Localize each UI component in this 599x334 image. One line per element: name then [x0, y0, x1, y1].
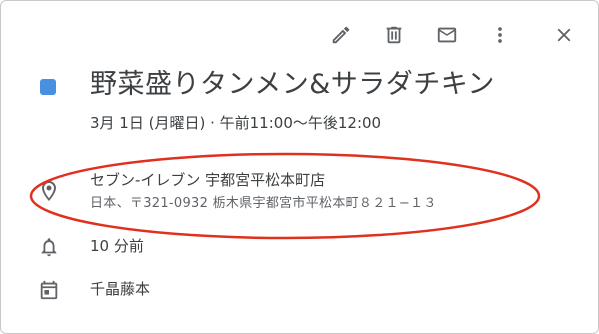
delete-event-button[interactable]: [378, 19, 410, 51]
event-date-time: 3月 1日 (月曜日) · 午前11:00～午後12:00: [90, 114, 382, 132]
location-name[interactable]: セブン-イレブン 宇都宮平松本町店: [90, 169, 325, 191]
location-address[interactable]: 日本、〒321-0932 栃木県宇都宮市平松本町８２１−１３: [90, 194, 437, 214]
calendar-icon: [37, 278, 61, 302]
bell-icon: [37, 235, 61, 259]
event-toolbar: [304, 19, 580, 51]
close-icon: [557, 28, 571, 42]
more-options-button[interactable]: [484, 19, 516, 51]
event-details-card: 野菜盛りタンメン&サラダチキン 3月 1日 (月曜日) · 午前11:00～午後…: [0, 0, 599, 334]
calendar-owner: 千晶藤本: [90, 280, 151, 298]
trash-icon: [386, 26, 402, 44]
mail-icon: [437, 27, 457, 43]
reminder-text: 10 分前: [90, 237, 144, 255]
email-guests-button[interactable]: [431, 19, 463, 51]
event-title: 野菜盛りタンメン&サラダチキン: [90, 69, 495, 100]
close-button[interactable]: [548, 19, 580, 51]
more-vert-icon: [498, 27, 502, 43]
event-color-chip: [40, 79, 56, 95]
location-pin-icon: [37, 179, 61, 203]
pencil-icon: [332, 26, 350, 44]
edit-event-button[interactable]: [325, 19, 357, 51]
